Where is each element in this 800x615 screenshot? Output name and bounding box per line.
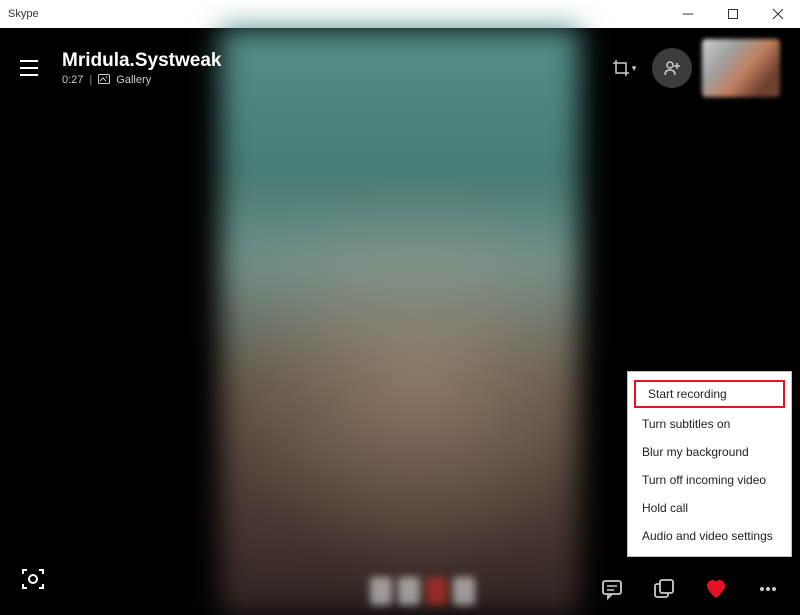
menu-audio-video-settings[interactable]: Audio and video settings [628, 522, 791, 550]
menu-turn-off-incoming-video[interactable]: Turn off incoming video [628, 466, 791, 494]
call-controls-blurred [370, 577, 475, 605]
more-options-menu: Start recording Turn subtitles on Blur m… [627, 371, 792, 557]
call-topbar: Mridula.Systweak 0:27 | Gallery ▾ [0, 28, 800, 108]
reaction-heart-button[interactable] [704, 577, 728, 601]
call-window: Mridula.Systweak 0:27 | Gallery ▾ [0, 28, 800, 615]
maximize-button[interactable] [710, 0, 755, 28]
chat-button[interactable] [600, 577, 624, 601]
menu-blur-background[interactable]: Blur my background [628, 438, 791, 466]
contact-name: Mridula.Systweak [62, 50, 221, 72]
share-screen-button[interactable] [652, 577, 676, 601]
minimize-button[interactable] [665, 0, 710, 28]
gallery-icon [98, 74, 110, 87]
close-button[interactable] [755, 0, 800, 28]
crop-button[interactable]: ▾ [606, 50, 642, 86]
gallery-label[interactable]: Gallery [116, 74, 151, 86]
call-duration: 0:27 [62, 74, 83, 86]
divider: | [89, 74, 92, 86]
chevron-down-icon: ▾ [632, 63, 637, 74]
menu-turn-subtitles-on[interactable]: Turn subtitles on [628, 410, 791, 438]
window-titlebar: Skype [0, 0, 800, 28]
menu-start-recording[interactable]: Start recording [634, 380, 785, 408]
bottom-actions [600, 577, 780, 601]
call-info: Mridula.Systweak 0:27 | Gallery [62, 50, 221, 87]
window-controls [665, 0, 800, 28]
menu-icon[interactable] [20, 56, 44, 80]
self-video-thumbnail[interactable] [702, 39, 780, 97]
main-video-feed [220, 28, 580, 615]
add-participant-button[interactable] [652, 48, 692, 88]
more-options-button[interactable] [756, 577, 780, 601]
menu-hold-call[interactable]: Hold call [628, 494, 791, 522]
window-title: Skype [8, 8, 39, 20]
snapshot-button[interactable] [20, 566, 46, 597]
